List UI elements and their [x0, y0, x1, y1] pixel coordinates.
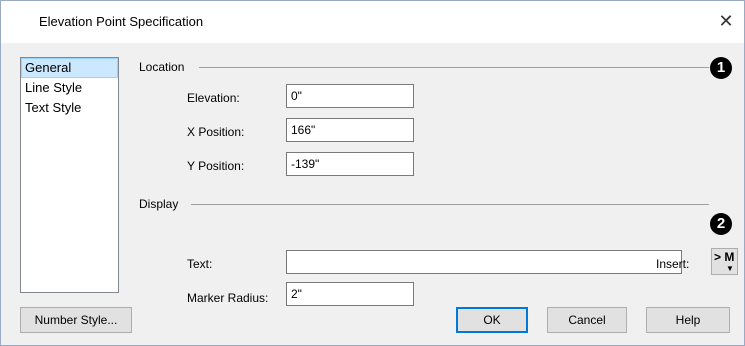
- close-icon[interactable]: ✕: [714, 9, 738, 33]
- text-field[interactable]: [286, 250, 682, 274]
- x-position-field[interactable]: [286, 118, 414, 142]
- dialog-title: Elevation Point Specification: [39, 14, 204, 29]
- sidebar-item-text-style[interactable]: Text Style: [21, 98, 118, 118]
- marker-radius-label: Marker Radius:: [187, 291, 269, 305]
- sidebar-item-general[interactable]: General: [21, 58, 118, 78]
- elevation-label: Elevation:: [187, 91, 240, 105]
- elevation-field[interactable]: [286, 84, 414, 108]
- title-bar[interactable]: Elevation Point Specification ✕: [1, 1, 744, 43]
- callout-2-badge: 2: [710, 213, 732, 235]
- location-section-label: Location: [139, 60, 185, 74]
- insert-macro-label: > M: [714, 250, 735, 264]
- cancel-button[interactable]: Cancel: [547, 307, 627, 333]
- help-button[interactable]: Help: [646, 307, 730, 333]
- text-label: Text:: [187, 257, 213, 271]
- sidebar-item-line-style[interactable]: Line Style: [21, 78, 118, 98]
- x-position-label: X Position:: [187, 125, 245, 139]
- location-divider: [199, 67, 709, 68]
- callout-1-badge: 1: [710, 57, 732, 79]
- elevation-point-dialog: Elevation Point Specification ✕ General …: [0, 0, 745, 346]
- display-section-label: Display: [139, 197, 179, 211]
- ok-button[interactable]: OK: [456, 307, 528, 333]
- y-position-label: Y Position:: [187, 159, 245, 173]
- category-list[interactable]: General Line Style Text Style: [20, 57, 119, 293]
- insert-label: Insert:: [656, 257, 690, 271]
- number-style-button[interactable]: Number Style...: [20, 307, 132, 333]
- chevron-down-icon: ▼: [726, 264, 734, 273]
- insert-macro-button[interactable]: > M ▼: [711, 248, 738, 275]
- y-position-field[interactable]: [286, 152, 414, 176]
- display-divider: [191, 204, 709, 205]
- marker-radius-field[interactable]: [286, 282, 414, 306]
